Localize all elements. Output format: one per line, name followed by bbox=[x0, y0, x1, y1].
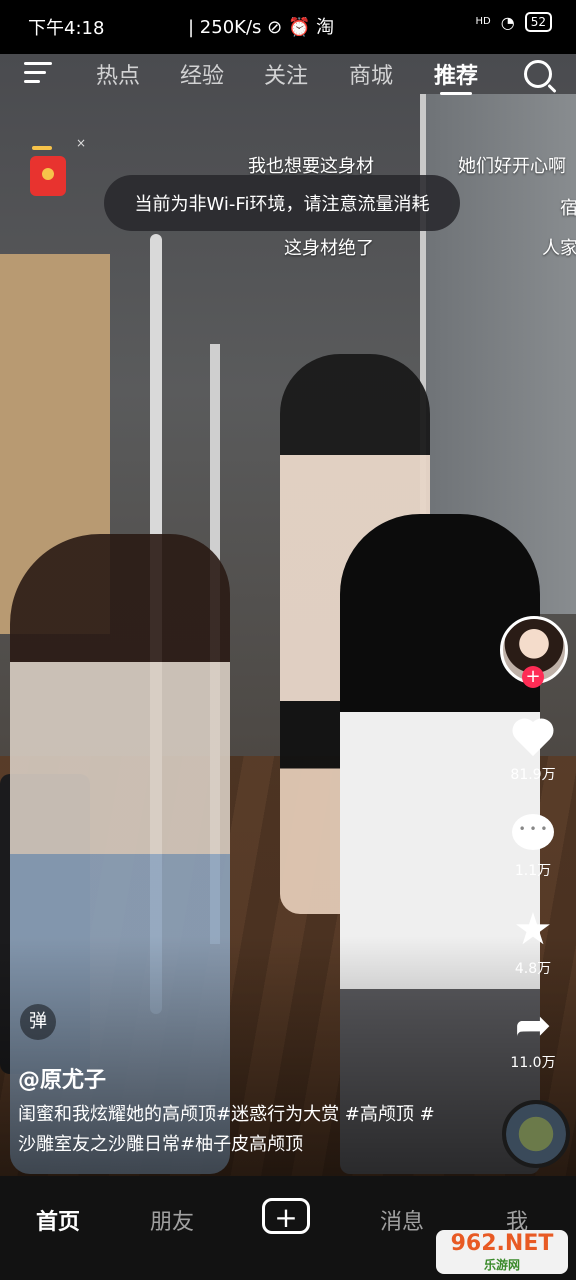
search-icon[interactable] bbox=[524, 60, 552, 88]
danmaku-item: 这身材绝了 bbox=[284, 238, 374, 259]
network-toast-text: 当前为非Wi-Fi环境，请注意流量消耗 bbox=[134, 194, 430, 215]
red-packet-close-icon[interactable]: × bbox=[76, 136, 86, 150]
share-count: 11.0万 bbox=[510, 1055, 556, 1071]
create-plus-button[interactable]: + bbox=[262, 1198, 310, 1234]
like-count: 81.9万 bbox=[510, 767, 556, 783]
author-name[interactable]: @原尤子 bbox=[18, 1062, 106, 1094]
battery-icon: 52 bbox=[524, 12, 552, 32]
tab-following[interactable]: 关注 bbox=[264, 58, 308, 90]
danmaku-item: 她们好开心啊 bbox=[458, 156, 566, 177]
tab-recommend[interactable]: 推荐 bbox=[434, 58, 478, 90]
tab-hot[interactable]: 热点 bbox=[96, 58, 140, 90]
nav-friends[interactable]: 朋友 bbox=[150, 1204, 194, 1236]
red-packet-icon[interactable] bbox=[30, 156, 66, 196]
tab-active-indicator bbox=[440, 92, 472, 95]
danmaku-item: 人家 bbox=[542, 238, 576, 259]
nav-messages[interactable]: 消息 bbox=[380, 1204, 424, 1236]
favorite-star-icon[interactable]: ★ bbox=[512, 908, 554, 952]
tab-experience[interactable]: 经验 bbox=[180, 58, 224, 90]
network-icon: HD bbox=[475, 16, 491, 27]
comment-icon[interactable] bbox=[512, 814, 554, 850]
tab-mall[interactable]: 商城 bbox=[349, 58, 393, 90]
danmaku-toggle-button[interactable]: 弹 bbox=[20, 1004, 56, 1040]
wifi-icon: ◔ bbox=[500, 12, 515, 32]
video-caption[interactable]: 闺蜜和我炫耀她的高颅顶#迷惑行为大赏 #高颅顶 #沙雕室友之沙雕日常#柚子皮高颅… bbox=[18, 1100, 438, 1160]
status-speed: | 250K/s ⊘ ⏰ 淘 bbox=[188, 17, 335, 38]
danmaku-item: 宿 bbox=[560, 198, 576, 219]
status-icons: ⊘ ⏰ 淘 bbox=[267, 17, 335, 38]
status-right: HD ◔ 52 bbox=[476, 12, 552, 32]
red-packet-progress bbox=[32, 146, 52, 150]
site-watermark-logo: 962.NET 乐游网 bbox=[436, 1230, 568, 1274]
comment-count: 1.1万 bbox=[514, 863, 552, 879]
bottom-nav: 首页 朋友 + 消息 我 962.NET 乐游网 bbox=[0, 1176, 576, 1280]
top-nav: 热点 经验 关注 商城 推荐 bbox=[0, 54, 576, 98]
share-arrow-icon[interactable]: ➦ bbox=[512, 1004, 554, 1048]
status-time: 下午4:18 bbox=[28, 18, 105, 39]
favorite-count: 4.8万 bbox=[514, 961, 552, 977]
network-toast: 当前为非Wi-Fi环境，请注意流量消耗 bbox=[104, 175, 460, 231]
follow-button[interactable]: + bbox=[522, 666, 544, 688]
menu-icon[interactable] bbox=[24, 62, 52, 84]
status-bar: 下午4:18 | 250K/s ⊘ ⏰ 淘 HD ◔ 52 bbox=[0, 0, 576, 54]
nav-home[interactable]: 首页 bbox=[36, 1204, 80, 1236]
music-disc-icon[interactable] bbox=[502, 1100, 570, 1168]
like-heart-icon[interactable] bbox=[512, 716, 554, 756]
